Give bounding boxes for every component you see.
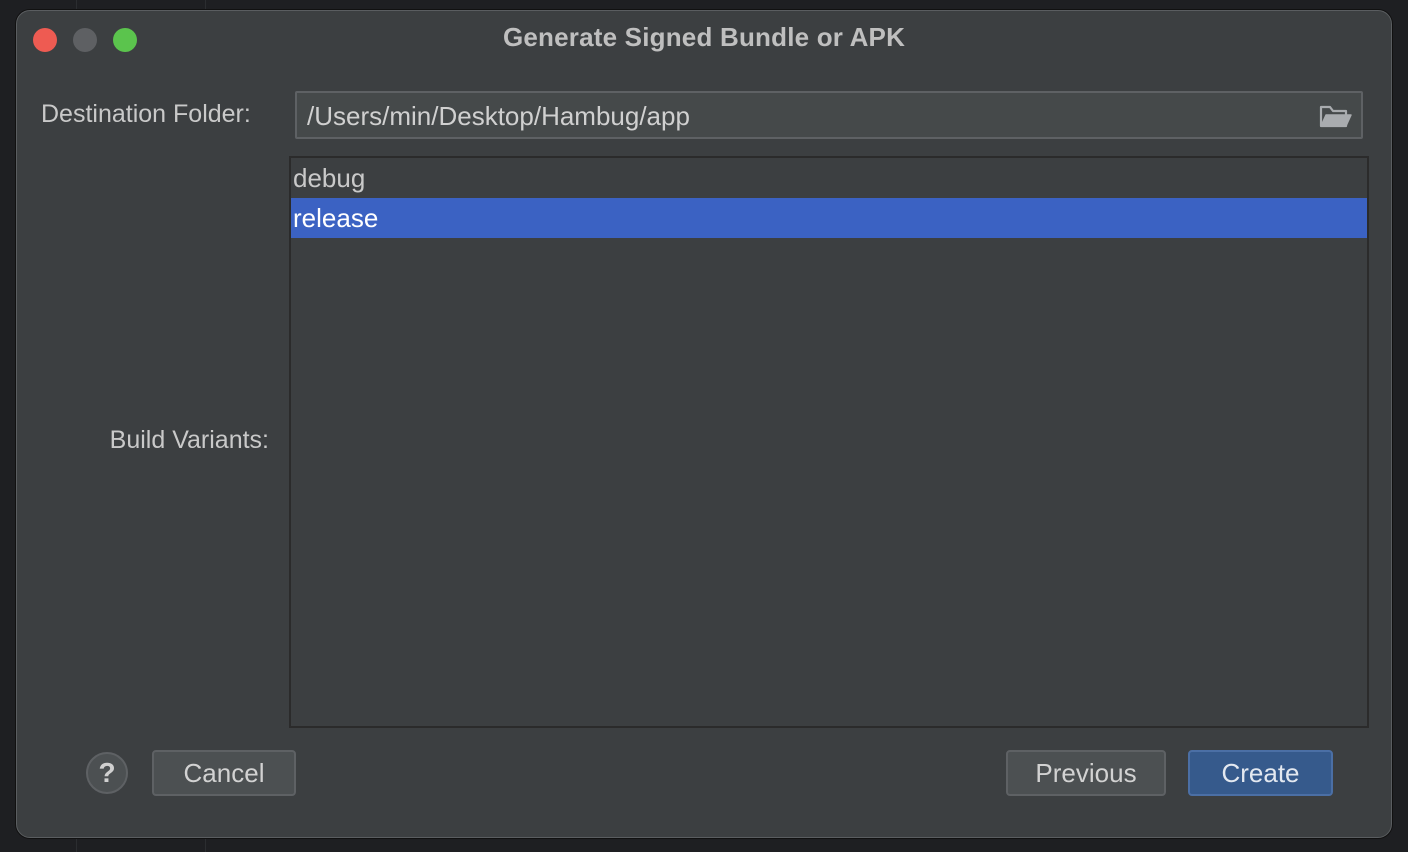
destination-folder-field[interactable]: /Users/min/Desktop/Hambug/app [295,91,1363,139]
build-variants-list[interactable]: debug release [289,156,1369,728]
help-button[interactable]: ? [86,752,128,794]
create-button[interactable]: Create [1188,750,1333,796]
destination-folder-label: Destination Folder: [41,100,251,128]
generate-signed-bundle-dialog: Generate Signed Bundle or APK Destinatio… [16,10,1392,838]
build-variants-label: Build Variants: [109,426,269,454]
previous-button[interactable]: Previous [1006,750,1166,796]
folder-open-icon[interactable] [1317,99,1355,131]
build-variant-release[interactable]: release [291,198,1367,238]
dialog-title: Generate Signed Bundle or APK [502,22,906,52]
cancel-button[interactable]: Cancel [152,750,296,796]
destination-folder-value[interactable]: /Users/min/Desktop/Hambug/app [307,101,690,132]
build-variant-debug[interactable]: debug [291,158,1367,198]
